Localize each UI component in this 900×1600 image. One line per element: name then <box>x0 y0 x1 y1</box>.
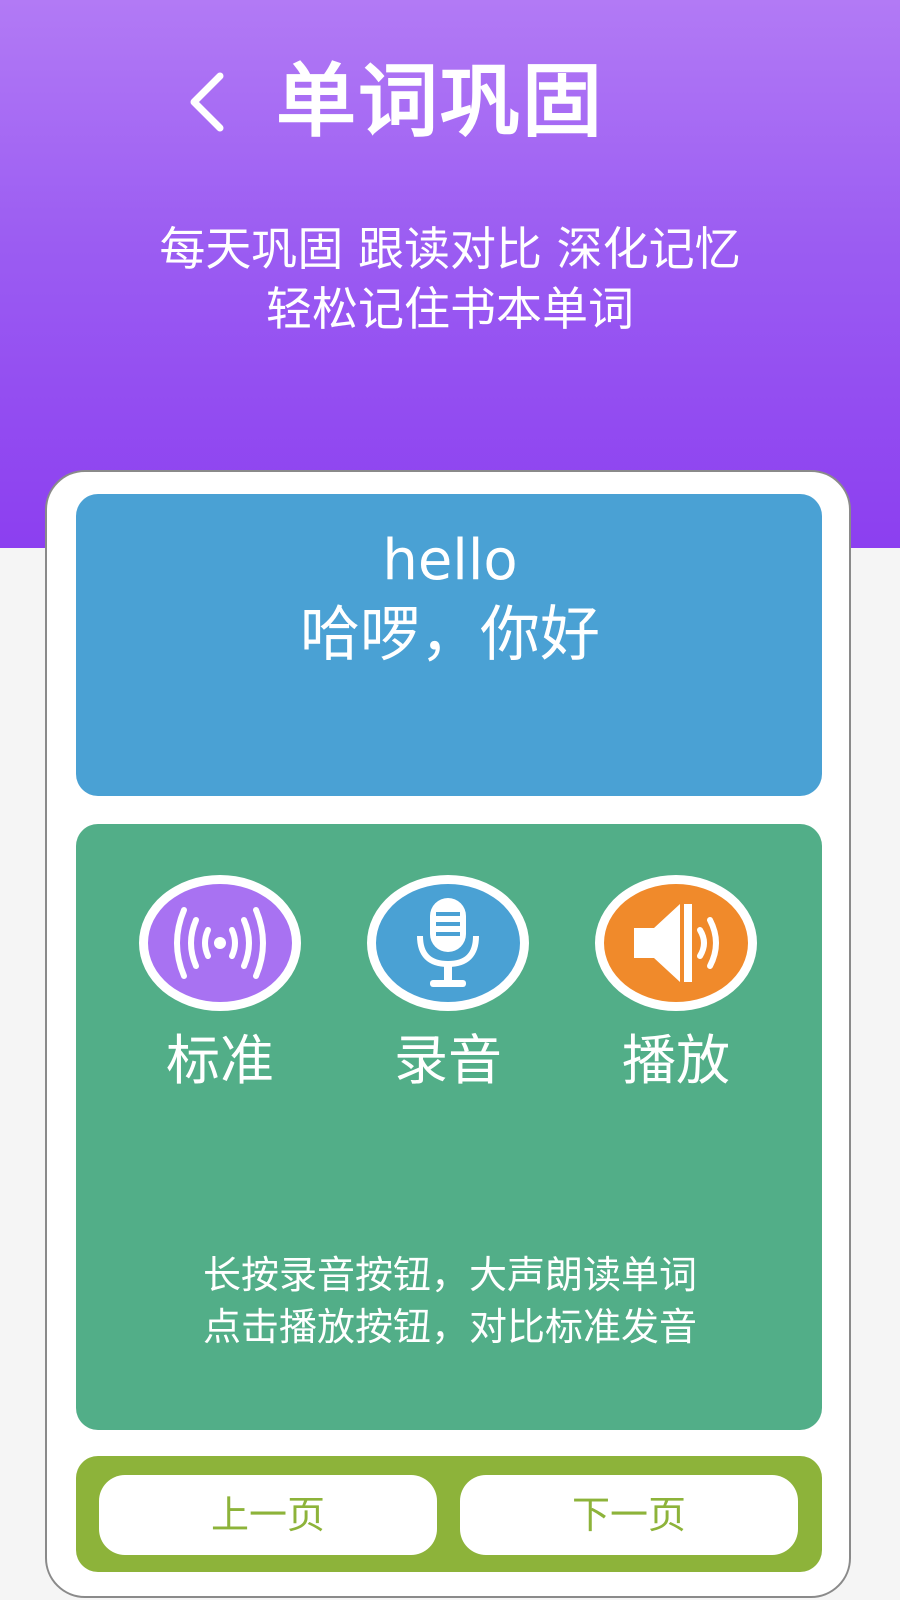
microphone-icon <box>417 898 479 987</box>
page-title: 单词巩固 <box>276 55 604 148</box>
subtitle-line1: 每天巩固 跟读对比 深化记忆 <box>159 222 741 276</box>
tip-line2: 点击播放按钮，对比标准发音 <box>202 1305 697 1349</box>
chevron-left-icon <box>190 72 224 132</box>
back-button[interactable] <box>176 66 248 138</box>
record-button[interactable] <box>367 875 529 1011</box>
standard-label[interactable]: 标准 <box>139 1030 301 1092</box>
tip-line1: 长按录音按钮，大声朗读单词 <box>202 1253 697 1297</box>
word-text: hello <box>382 528 518 593</box>
subtitle-line2: 轻松记住书本单词 <box>266 282 634 336</box>
standard-button[interactable] <box>139 875 301 1011</box>
play-button[interactable] <box>595 875 757 1011</box>
play-label[interactable]: 播放 <box>595 1030 757 1092</box>
record-label[interactable]: 录音 <box>367 1030 529 1092</box>
prev-page-button[interactable]: 上一页 <box>99 1475 437 1555</box>
speaker-icon <box>634 904 719 982</box>
word-meaning: 哈啰，你好 <box>300 600 600 670</box>
broadcast-icon <box>174 907 266 979</box>
next-page-button[interactable]: 下一页 <box>460 1475 798 1555</box>
